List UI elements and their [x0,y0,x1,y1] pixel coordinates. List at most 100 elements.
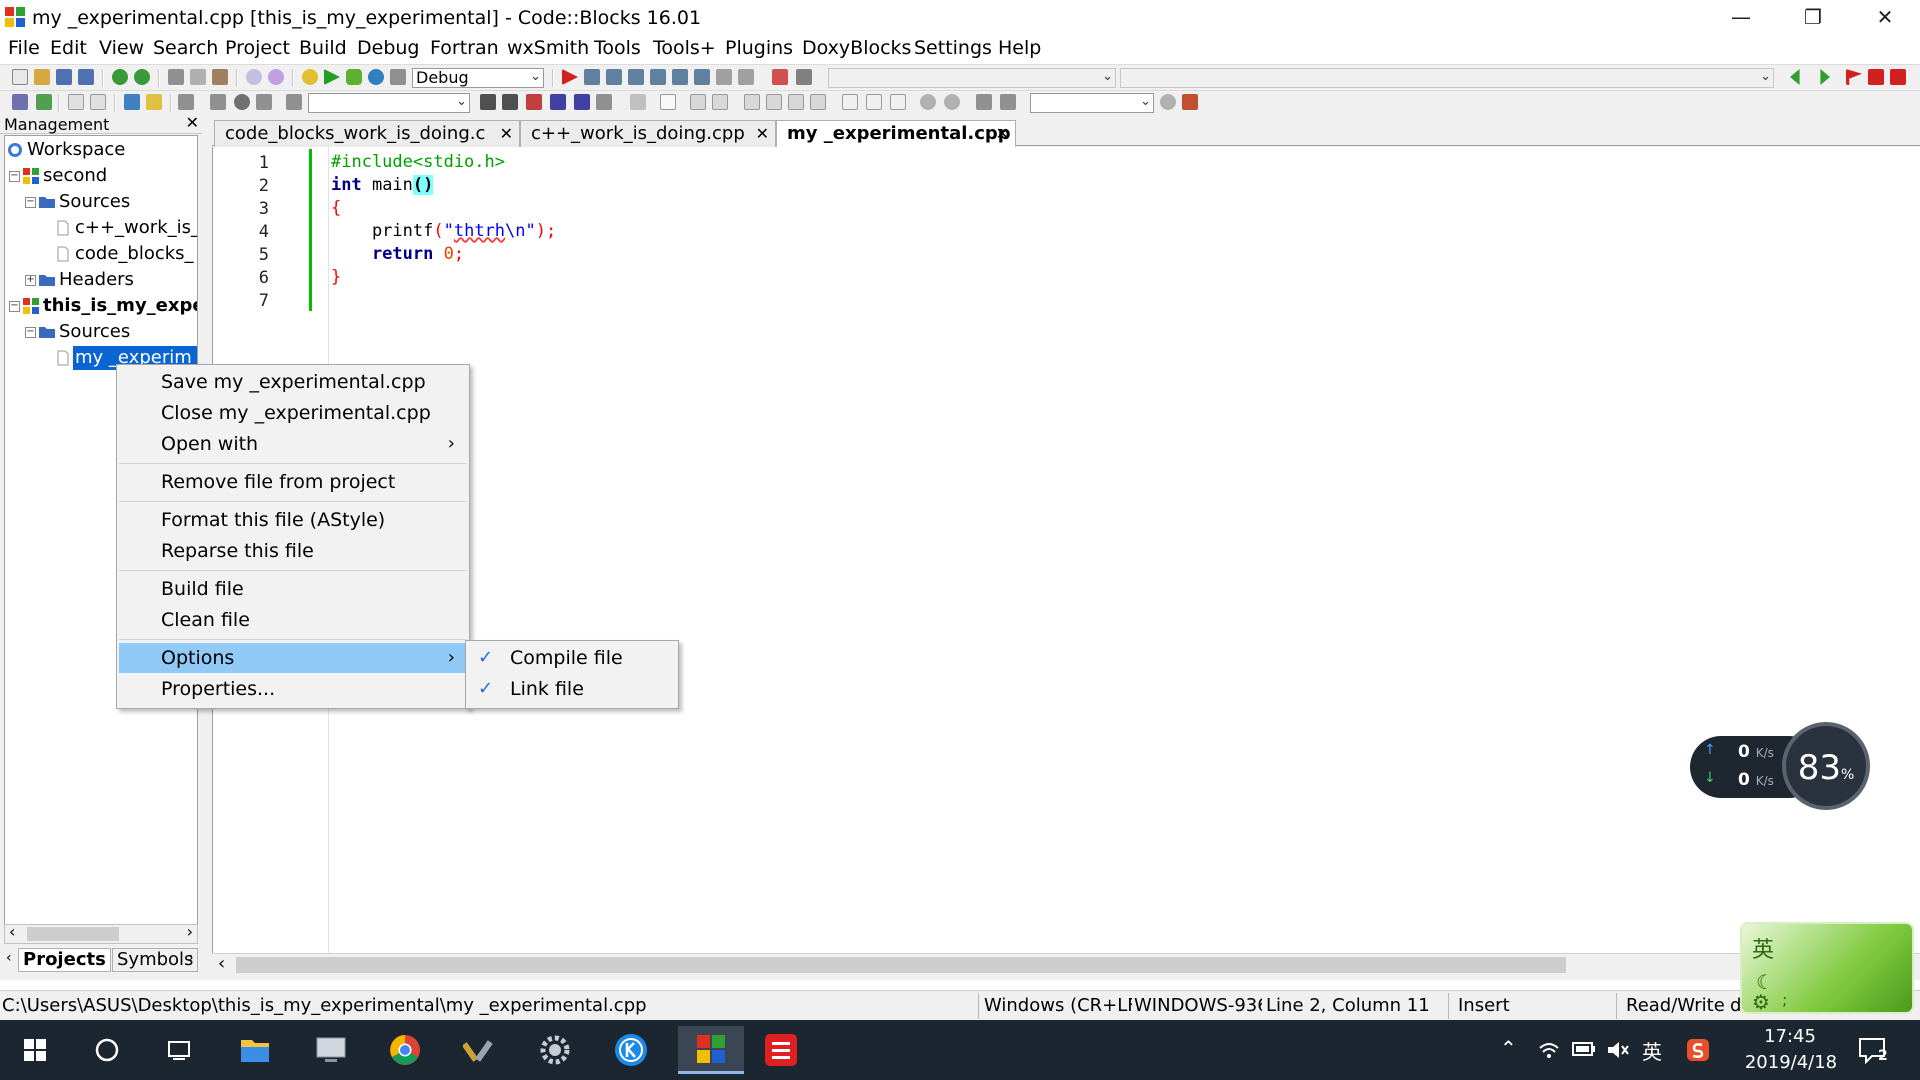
redo-icon[interactable] [134,69,150,85]
next-line-icon[interactable] [606,69,622,85]
tree-item-project-second[interactable]: − second [5,164,197,188]
bookmark-next-icon[interactable] [1890,69,1906,85]
minimize-button[interactable]: — [1706,0,1776,34]
taskbar-codeblocks[interactable] [678,1026,744,1074]
menu-item-clean-file[interactable]: Clean file [119,605,467,635]
undo-icon[interactable] [112,69,128,85]
goto-next-icon[interactable] [502,94,518,110]
search-settings-icon[interactable] [1182,94,1198,110]
step-out-icon[interactable] [650,69,666,85]
taskbar-app-4[interactable] [454,1026,504,1074]
collapse-icon[interactable]: − [9,301,20,312]
menu-item-remove-file[interactable]: Remove file from project [119,467,467,497]
tree-item-workspace[interactable]: Workspace [5,138,197,162]
cortana-button[interactable] [82,1026,132,1074]
toolbar-combo-2[interactable]: ⌄ [1120,68,1774,88]
toggle-comment-icon[interactable] [36,94,52,110]
tab-code-blocks-work[interactable]: code_blocks_work_is_doing.c ✕ [214,120,520,147]
menu-item-open-with[interactable]: Open with › [119,429,467,459]
select-tool-icon[interactable] [630,94,646,110]
panel-tool-icon[interactable] [712,94,728,110]
tab-symbols[interactable]: Symbols [112,948,199,972]
open-file-icon[interactable] [34,69,50,85]
scroll-thumb[interactable] [27,927,119,941]
incremental-search-input[interactable]: ⌄ [1030,93,1154,113]
volume-muted-icon[interactable] [1606,1039,1630,1061]
toolbar-combo-1[interactable]: ⌄ [828,68,1116,88]
tab-scroll-left-icon[interactable]: ‹ [6,950,12,966]
doxywizard-icon[interactable] [124,94,140,110]
ime-status-widget[interactable]: 英 ☾ ⚙ ; [1740,922,1914,1014]
rebuild-icon[interactable] [368,69,384,85]
network-speed-widget[interactable]: ↑ 0 K/s ↓ 0 K/s 83% [1690,722,1870,812]
sogou-ime-icon[interactable] [1686,1038,1710,1062]
box-3-icon[interactable] [890,94,906,110]
menu-item-options[interactable]: Options › [119,643,467,673]
tree-item-file[interactable]: code_blocks_ [5,242,197,266]
menu-debug[interactable]: Debug [357,37,419,59]
block-comment-icon[interactable] [68,94,84,110]
build-and-run-icon[interactable] [346,69,362,85]
tb-nav-prev-icon[interactable] [210,94,226,110]
menu-tools-plus[interactable]: Tools+ [653,37,716,59]
box-1-icon[interactable] [842,94,858,110]
bookmark-prev-icon[interactable] [1868,69,1884,85]
symbol-c-icon[interactable] [1000,94,1016,110]
menu-help[interactable]: Help [998,37,1041,59]
goto-decl-icon[interactable] [550,94,566,110]
restore-button[interactable]: ❐ [1778,0,1848,34]
tab-scroll-right-icon[interactable]: › [188,950,194,966]
bookmark-toggle-icon[interactable] [1846,69,1862,85]
tab-my-experimental[interactable]: my _experimental.cpp ✕ [776,120,1016,148]
menu-view[interactable]: View [99,37,144,59]
box-2-icon[interactable] [866,94,882,110]
collapse-icon[interactable]: − [25,197,36,208]
close-window-button[interactable]: ✕ [1850,0,1920,34]
start-button[interactable] [10,1026,60,1074]
expand-icon[interactable]: + [25,275,36,286]
clock-date[interactable]: 2019/4/18 [1736,1052,1846,1073]
collapse-icon[interactable]: − [9,171,20,182]
paste-icon[interactable] [212,69,228,85]
build-target-select[interactable]: Debug ⌄ [412,68,544,88]
tree-horizontal-scrollbar[interactable]: ‹ › [4,922,198,944]
cut-icon[interactable] [168,69,184,85]
menu-item-reparse[interactable]: Reparse this file [119,536,467,566]
run-icon[interactable] [324,69,340,85]
tree-item-file[interactable]: c++_work_is_ [5,216,197,240]
tab-cpp-work[interactable]: c++_work_is_doing.cpp ✕ [520,120,776,147]
replace-icon[interactable] [268,69,284,85]
menu-item-close[interactable]: Close my _experimental.cpp [119,398,467,428]
taskbar-app-k[interactable] [606,1026,656,1074]
frame-tool-icon[interactable] [690,94,706,110]
close-tab-icon[interactable]: ✕ [756,121,769,147]
tb-playback-icon[interactable] [286,94,302,110]
menu-settings[interactable]: Settings [914,37,992,59]
menu-item-properties[interactable]: Properties... [119,674,467,704]
menu-doxyblocks[interactable]: DoxyBlocks [802,37,911,59]
goto-impl-icon[interactable] [574,94,590,110]
menu-tools[interactable]: Tools [594,37,641,59]
collapse-icon[interactable]: − [25,327,36,338]
close-management-button[interactable]: ✕ [186,113,199,132]
menu-wxsmith[interactable]: wxSmith [507,37,589,59]
menu-item-build-file[interactable]: Build file [119,574,467,604]
copy-icon[interactable] [190,69,206,85]
menu-edit[interactable]: Edit [50,37,87,59]
scroll-left-icon[interactable]: ‹ [218,953,225,974]
gear-icon[interactable]: ⚙ [1752,990,1770,1014]
layout-4-icon[interactable] [810,94,826,110]
tray-chevron-up-icon[interactable]: ⌃ [1500,1036,1517,1060]
run-to-cursor-icon[interactable] [584,69,600,85]
taskbar-app-2[interactable] [306,1026,356,1074]
layout-2-icon[interactable] [766,94,782,110]
ime-language-indicator[interactable]: 英 [1642,1036,1662,1065]
editor-horizontal-scrollbar[interactable]: ‹ [212,953,1920,975]
print-icon[interactable] [12,94,28,110]
menu-fortran[interactable]: Fortran [430,37,499,59]
tb-misc-icon[interactable] [596,94,612,110]
jump-forward-icon[interactable] [1820,69,1830,85]
debug-windows-icon[interactable] [772,69,788,85]
wifi-icon[interactable] [1538,1040,1560,1060]
close-tab-icon[interactable]: ✕ [500,121,513,147]
